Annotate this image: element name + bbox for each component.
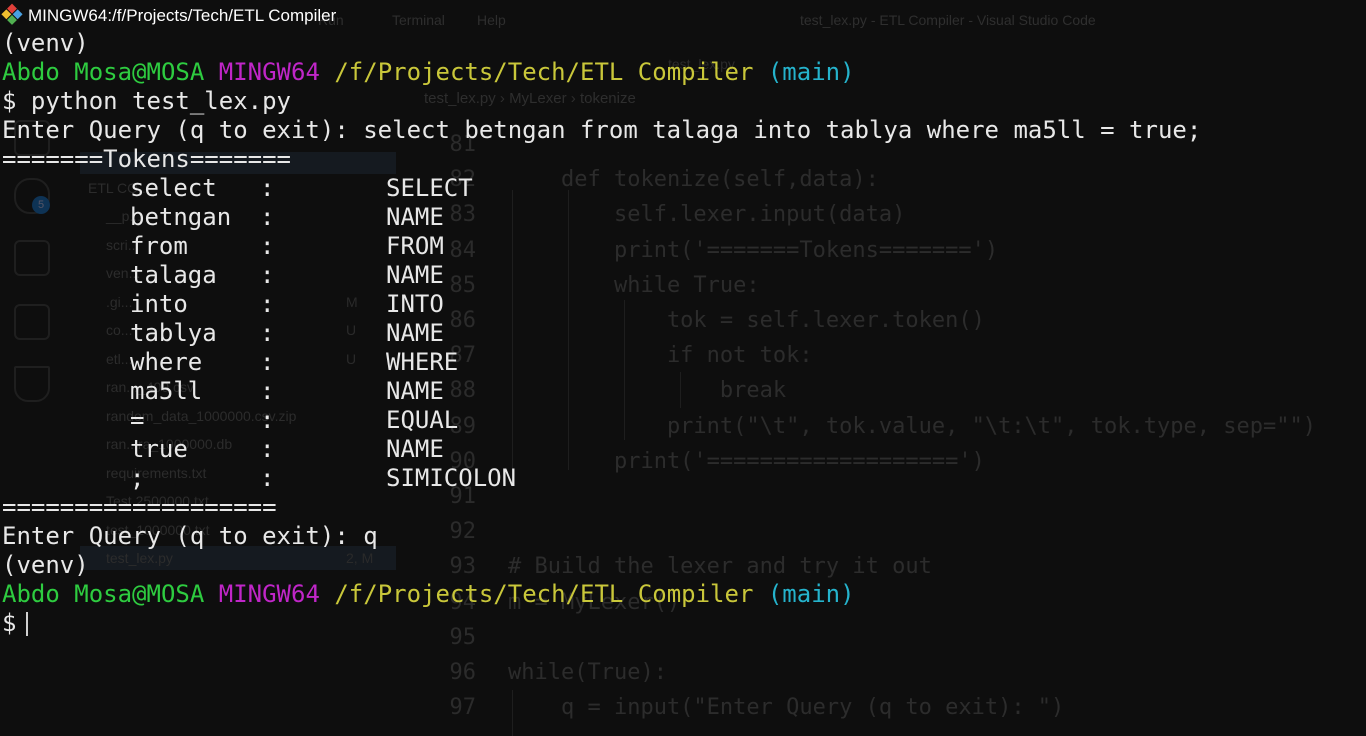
token-value: ; (130, 464, 145, 492)
token-row: ma5ll: NAME (2, 377, 1366, 406)
token-type: NAME (386, 435, 444, 463)
token-type: SIMICOLON (386, 464, 517, 492)
prompt-system: MINGW64 (218, 58, 320, 86)
prompt-branch: (main) (767, 58, 855, 86)
token-value: where (130, 348, 203, 376)
token-type: NAME (386, 261, 444, 289)
line-number: 97 (449, 695, 477, 721)
prompt-line: Abdo Mosa@MOSA MINGW64 /f/Projects/Tech/… (2, 58, 1366, 87)
token-row: where: WHERE (2, 348, 1366, 377)
token-value: = (130, 406, 145, 434)
token-row: into: INTO (2, 290, 1366, 319)
token-separator: : (260, 377, 275, 405)
token-value: betngan (130, 203, 232, 231)
token-type: NAME (386, 319, 444, 347)
prompt-symbol: $ (2, 609, 17, 637)
token-value: from (130, 232, 188, 260)
token-list: select: SELECT betngan: NAME from: FROM talaga… (2, 174, 1366, 493)
token-row: talaga: NAME (2, 261, 1366, 290)
token-row: ;: SIMICOLON (2, 464, 1366, 493)
query-input-line: Enter Query (q to exit): select betngan … (2, 116, 1202, 144)
active-prompt-line[interactable]: $ (2, 609, 1366, 638)
token-value: into (130, 290, 188, 318)
token-separator: : (260, 232, 275, 260)
token-separator: : (260, 348, 275, 376)
prompt-system: MINGW64 (218, 580, 320, 608)
token-value: ma5ll (130, 377, 203, 405)
token-type: NAME (386, 377, 444, 405)
prompt-path: /f/Projects/Tech/ETL Compiler (334, 58, 754, 86)
token-separator: : (260, 261, 275, 289)
code-line: while(True): (508, 660, 667, 685)
token-value: talaga (130, 261, 217, 289)
venv-line: (venv) (2, 29, 89, 57)
token-row: true: NAME (2, 435, 1366, 464)
prompt-line: Abdo Mosa@MOSA MINGW64 /f/Projects/Tech/… (2, 580, 1366, 609)
token-row: select: SELECT (2, 174, 1366, 203)
token-separator: : (260, 290, 275, 318)
token-separator: : (260, 406, 275, 434)
token-row: betngan: NAME (2, 203, 1366, 232)
token-type: NAME (386, 203, 444, 231)
window-title: MINGW64:/f/Projects/Tech/ETL Compiler (28, 6, 337, 25)
tokens-footer: =================== (2, 493, 277, 521)
mingw-app-icon (1, 3, 24, 27)
token-type: SELECT (386, 174, 473, 202)
query-exit-line: Enter Query (q to exit): q (2, 522, 378, 550)
token-separator: : (260, 464, 275, 492)
terminal-output[interactable]: (venv) Abdo Mosa@MOSA MINGW64 /f/Project… (2, 29, 1366, 638)
token-row: =: EQUAL (2, 406, 1366, 435)
token-separator: : (260, 319, 275, 347)
token-value: true (130, 435, 188, 463)
token-separator: : (260, 435, 275, 463)
prompt-path: /f/Projects/Tech/ETL Compiler (334, 580, 754, 608)
token-type: WHERE (386, 348, 459, 376)
token-row: from: FROM (2, 232, 1366, 261)
token-type: EQUAL (386, 406, 459, 434)
token-value: select (130, 174, 217, 202)
token-value: tablya (130, 319, 217, 347)
token-row: tablya: NAME (2, 319, 1366, 348)
command-line: $ python test_lex.py (2, 87, 291, 115)
token-type: FROM (386, 232, 444, 260)
tokens-header: =======Tokens======= (2, 145, 291, 173)
text-cursor (26, 612, 29, 636)
token-separator: : (260, 174, 275, 202)
prompt-user: Abdo Mosa@MOSA (2, 580, 205, 608)
token-separator: : (260, 203, 275, 231)
prompt-user: Abdo Mosa@MOSA (2, 58, 205, 86)
token-type: INTO (386, 290, 444, 318)
prompt-branch: (main) (767, 580, 855, 608)
code-line: q = input("Enter Query (q to exit): ") (508, 695, 1065, 721)
line-number: 96 (449, 660, 477, 685)
venv-line: (venv) (2, 551, 89, 579)
